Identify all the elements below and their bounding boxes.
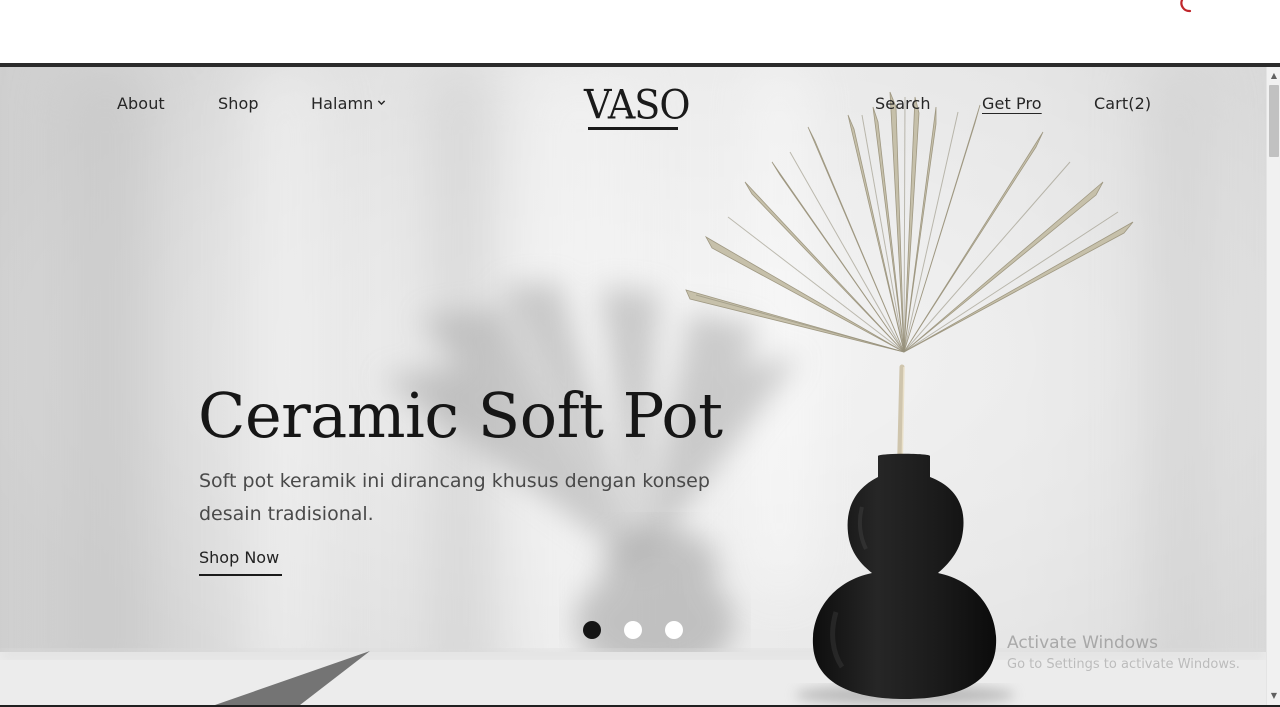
activate-windows-subtitle: Go to Settings to activate Windows. bbox=[1007, 657, 1240, 672]
browser-top-area bbox=[0, 0, 1280, 63]
shop-now-underline bbox=[199, 574, 282, 576]
nav-search-link[interactable]: Search bbox=[875, 94, 931, 113]
slider-dot-1[interactable] bbox=[583, 621, 601, 639]
hero-section: About Shop Halamn VASO Search Get Pro Ca… bbox=[0, 67, 1266, 705]
chevron-down-icon bbox=[378, 100, 386, 106]
nav-cart-link[interactable]: Cart(2) bbox=[1094, 94, 1151, 113]
activate-windows-title: Activate Windows bbox=[1007, 633, 1158, 653]
slider-dot-2[interactable] bbox=[624, 621, 642, 639]
nav-halamn-label: Halamn bbox=[311, 94, 374, 113]
scrollbar-thumb[interactable] bbox=[1269, 85, 1279, 157]
nav-halamn-dropdown[interactable]: Halamn bbox=[311, 94, 386, 113]
logo-underline bbox=[588, 127, 678, 130]
scroll-up-arrow-icon[interactable]: ▲ bbox=[1267, 69, 1280, 83]
nav-get-pro-link[interactable]: Get Pro bbox=[982, 94, 1042, 113]
nav-about-link[interactable]: About bbox=[117, 94, 165, 113]
shop-now-button[interactable]: Shop Now bbox=[199, 548, 279, 567]
scroll-down-arrow-icon[interactable]: ▼ bbox=[1267, 689, 1280, 703]
loading-spinner-icon bbox=[1180, 0, 1192, 13]
slider-dot-3[interactable] bbox=[665, 621, 683, 639]
nav-shop-link[interactable]: Shop bbox=[218, 94, 259, 113]
vertical-scrollbar[interactable]: ▲ ▼ bbox=[1266, 67, 1280, 705]
hero-title: Ceramic Soft Pot bbox=[198, 379, 723, 452]
site-logo[interactable]: VASO bbox=[584, 82, 690, 128]
hero-description: Soft pot keramik ini dirancang khusus de… bbox=[199, 470, 710, 525]
